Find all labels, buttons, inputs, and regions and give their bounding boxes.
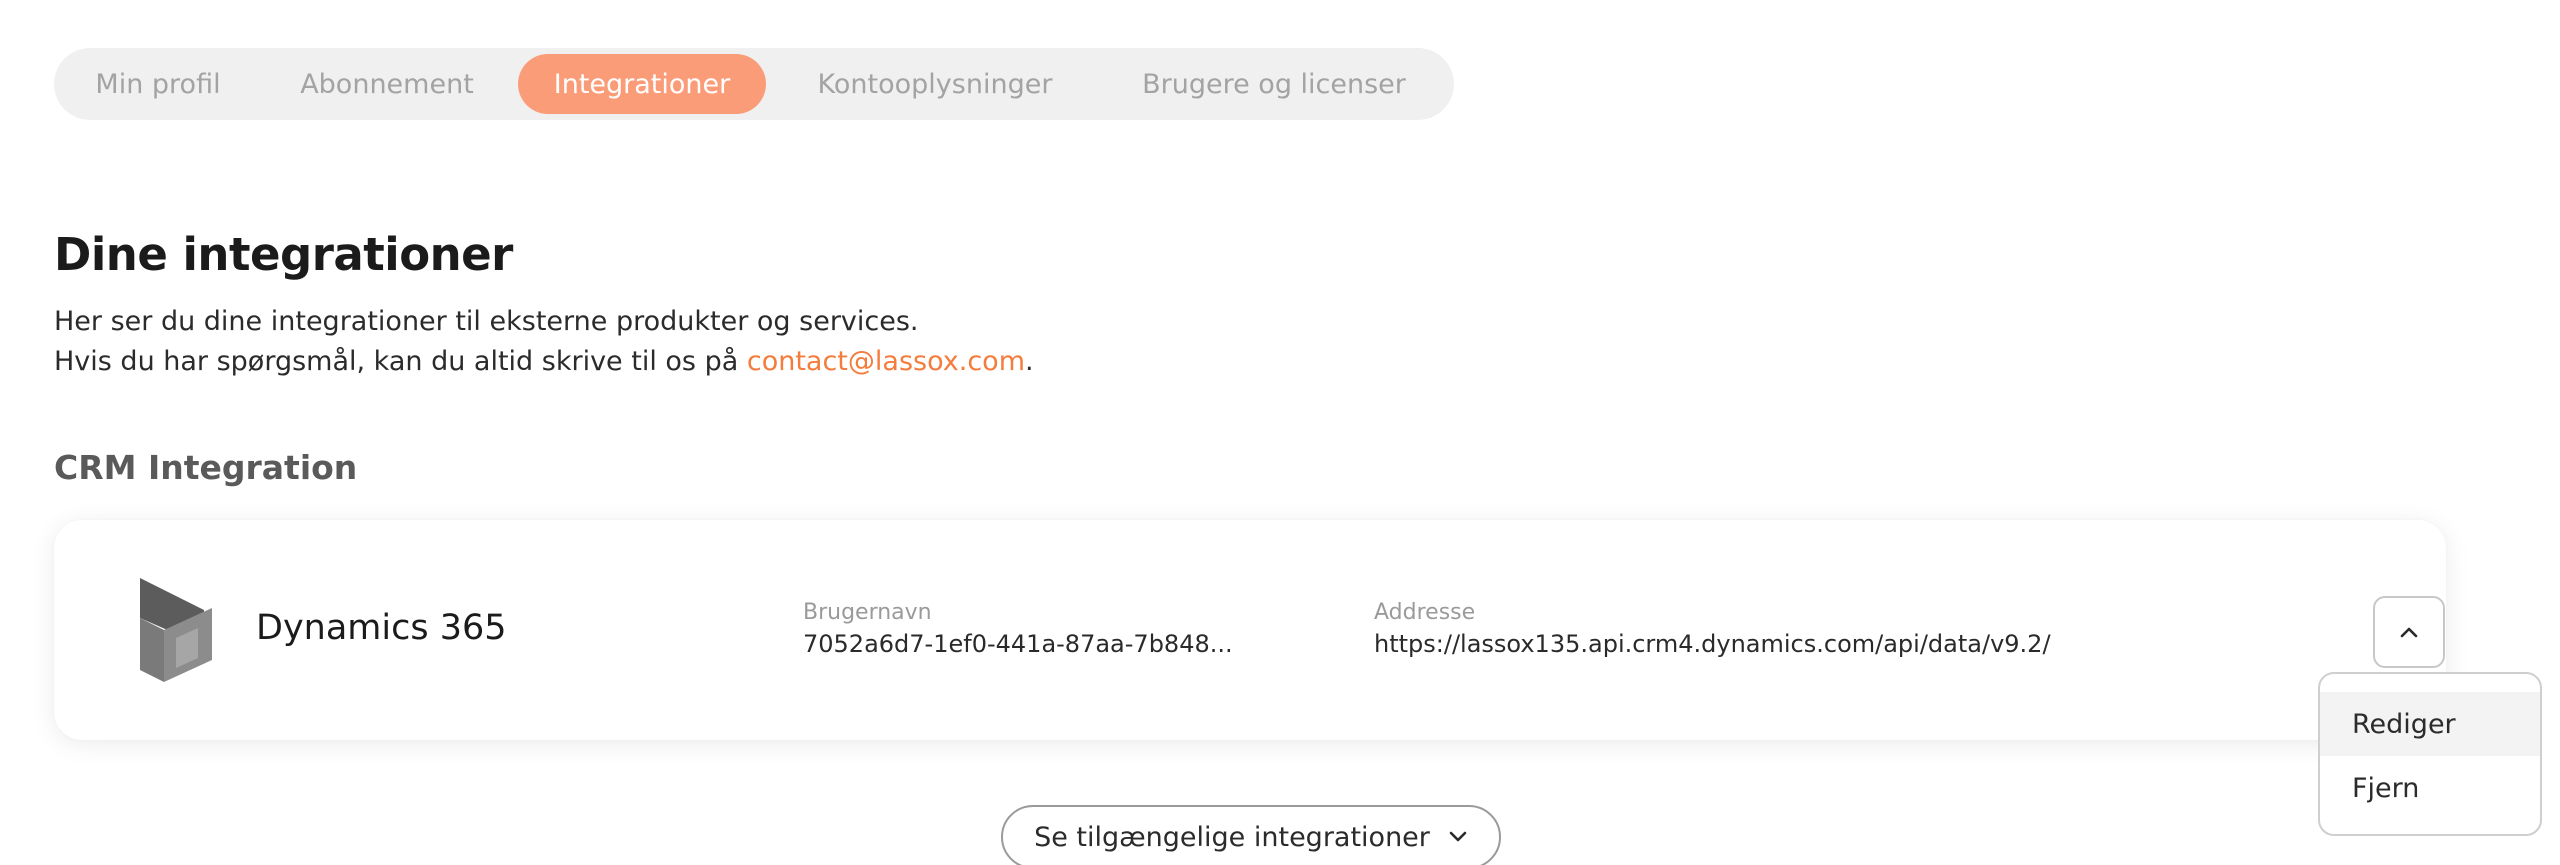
options-toggle-button[interactable] xyxy=(2373,596,2445,668)
description-line-1: Her ser du dine integrationer til ekster… xyxy=(54,306,919,337)
tab-brugere-og-licenser[interactable]: Brugere og licenser xyxy=(1104,54,1444,114)
integration-name: Dynamics 365 xyxy=(256,608,507,648)
page-title: Dine integrationer xyxy=(54,228,513,281)
settings-tabs: Min profil Abonnement Integrationer Kont… xyxy=(54,48,1454,120)
integration-card: Dynamics 365 Brugernavn 7052a6d7-1ef0-44… xyxy=(54,520,2446,740)
dynamics-365-logo-icon xyxy=(136,578,216,682)
chevron-up-icon xyxy=(2400,627,2418,638)
description-prefix: Hvis du har spørgsmål, kan du altid skri… xyxy=(54,346,747,377)
description-line-2: Hvis du har spørgsmål, kan du altid skri… xyxy=(54,342,1034,382)
tab-min-profil[interactable]: Min profil xyxy=(60,54,256,114)
description-suffix: . xyxy=(1025,346,1034,377)
see-available-integrations-button[interactable]: Se tilgængelige integrationer xyxy=(1001,805,1501,865)
chevron-down-icon xyxy=(1449,831,1467,842)
username-label: Brugernavn xyxy=(803,600,932,625)
tab-kontooplysninger[interactable]: Kontooplysninger xyxy=(766,54,1104,114)
tab-integrationer[interactable]: Integrationer xyxy=(518,54,766,114)
address-value: https://lassox135.api.crm4.dynamics.com/… xyxy=(1374,630,2051,658)
contact-email-link[interactable]: contact@lassox.com xyxy=(747,346,1025,377)
page-description: Her ser du dine integrationer til ekster… xyxy=(54,302,1034,382)
tab-abonnement[interactable]: Abonnement xyxy=(256,54,518,114)
integration-options-menu: Rediger Fjern xyxy=(2318,672,2542,836)
menu-item-rediger[interactable]: Rediger xyxy=(2320,692,2540,756)
menu-item-fjern[interactable]: Fjern xyxy=(2320,756,2540,820)
crm-section-title: CRM Integration xyxy=(54,448,358,487)
available-button-label: Se tilgængelige integrationer xyxy=(1034,821,1430,853)
username-value: 7052a6d7-1ef0-441a-87aa-7b848... xyxy=(803,630,1233,658)
address-label: Addresse xyxy=(1374,600,1476,625)
